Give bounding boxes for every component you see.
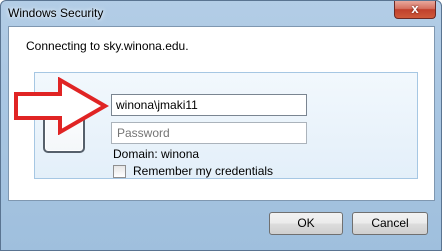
password-input[interactable] (111, 122, 307, 144)
windows-security-dialog: Windows Security x Connecting to sky.win… (0, 0, 442, 251)
red-arrow-icon (14, 77, 109, 135)
domain-text: Domain: winona (113, 147, 200, 161)
close-button[interactable]: x (394, 1, 436, 19)
cancel-button[interactable]: Cancel (352, 212, 428, 235)
username-input[interactable] (111, 94, 307, 116)
title-bar[interactable]: Windows Security x (1, 1, 441, 27)
ok-button[interactable]: OK (269, 212, 343, 235)
remember-label[interactable]: Remember my credentials (133, 164, 273, 178)
close-icon: x (411, 1, 419, 16)
window-title: Windows Security (8, 6, 104, 20)
remember-checkbox[interactable] (113, 165, 126, 178)
connecting-text: Connecting to sky.winona.edu. (26, 39, 189, 53)
